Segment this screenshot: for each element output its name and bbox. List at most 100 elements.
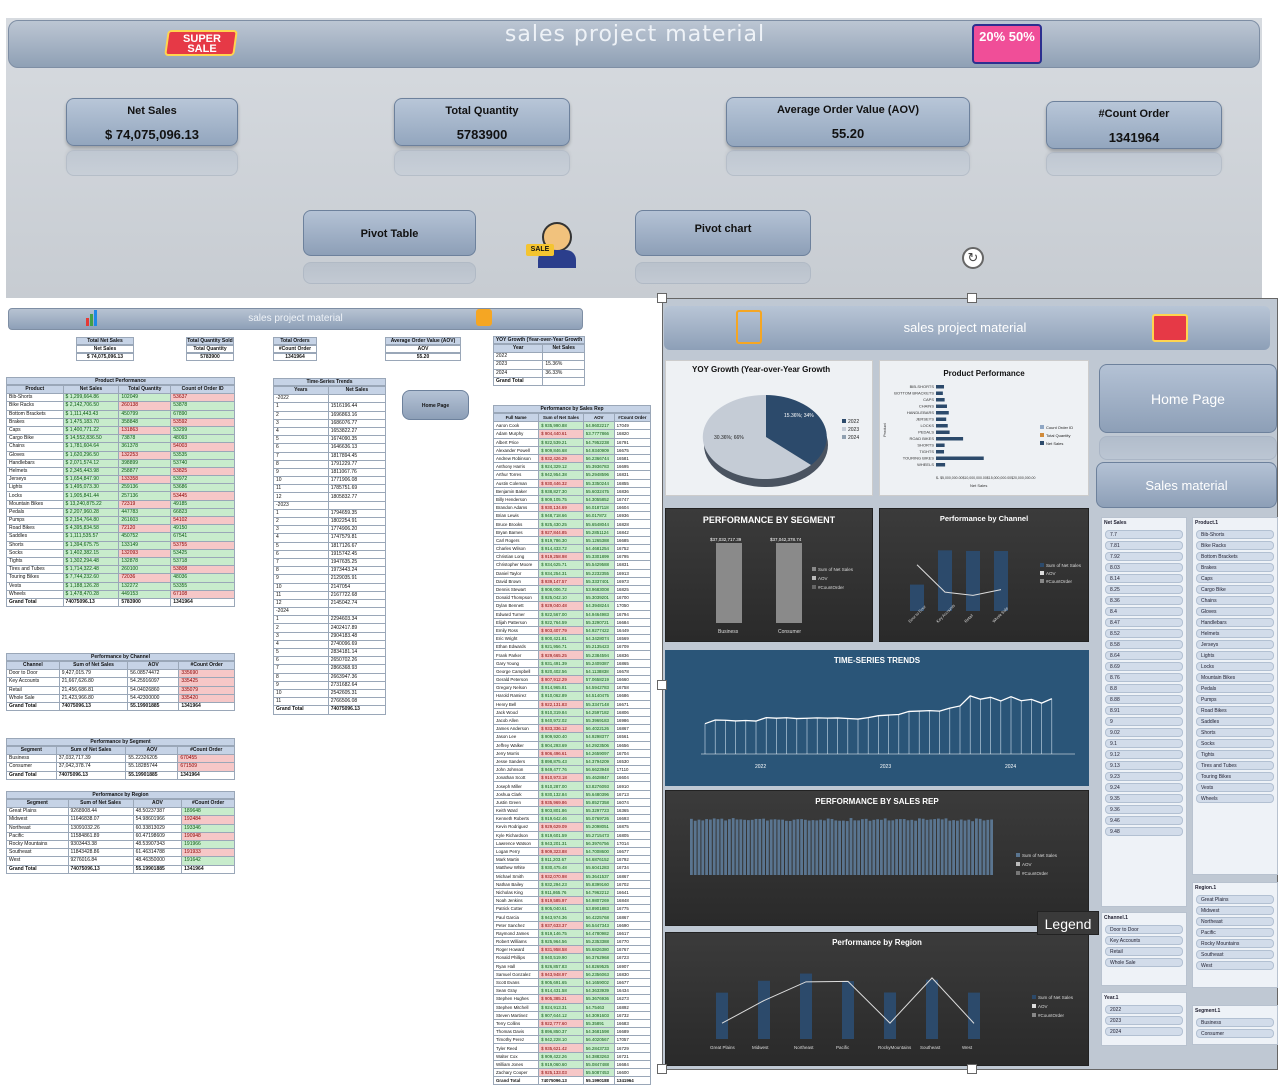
slicer-item[interactable]: 8.64 — [1105, 651, 1183, 660]
slicer-item[interactable]: Tires and Tubes — [1196, 761, 1274, 770]
slicer-item[interactable]: 8.03 — [1105, 563, 1183, 572]
column-header[interactable]: #Count Order — [177, 745, 235, 756]
column-header[interactable]: Sum of Net Sales — [538, 412, 584, 423]
slicer-item[interactable]: Business — [1196, 1018, 1274, 1027]
slicer-item[interactable]: 8.58 — [1105, 640, 1183, 649]
column-header[interactable]: Total Quantity — [118, 384, 172, 395]
slicer-item[interactable]: 2023 — [1105, 1016, 1183, 1025]
column-header[interactable]: Segment — [6, 798, 69, 809]
column-header[interactable]: Net Sales — [327, 385, 387, 396]
slicer-item[interactable]: 8.88 — [1105, 695, 1183, 704]
slicer-item[interactable]: Vests — [1196, 783, 1274, 792]
slicer-item[interactable]: Chains — [1196, 596, 1274, 605]
slicer-item[interactable]: 9.46 — [1105, 816, 1183, 825]
slicer-item[interactable]: 9.02 — [1105, 728, 1183, 737]
slicer-item[interactable]: Brakes — [1196, 563, 1274, 572]
slicer-item[interactable]: 9.24 — [1105, 783, 1183, 792]
slicer-item[interactable]: Bike Racks — [1196, 541, 1274, 550]
region-slicer[interactable]: Region.1 Great Plains Midwest Northeast Paci… — [1192, 882, 1278, 988]
pivot-table-button[interactable]: Pivot Table — [303, 210, 476, 256]
slicer-item[interactable]: 7.92 — [1105, 552, 1183, 561]
product-slicer[interactable]: Product.1 Bib-Shorts Bike Racks Bottom Brac… — [1192, 517, 1278, 875]
column-header[interactable]: AOV — [127, 660, 180, 671]
rotate-handle-icon[interactable]: ↻ — [962, 247, 984, 269]
slicer-item[interactable]: 7.7 — [1105, 530, 1183, 539]
slicer-item[interactable]: Cargo Bike — [1196, 585, 1274, 594]
slicer-item[interactable]: 8.76 — [1105, 673, 1183, 682]
slicer-item[interactable]: Northeast — [1196, 917, 1274, 926]
slicer-item[interactable]: Handlebars — [1196, 618, 1274, 627]
slicer-item[interactable]: Midwest — [1196, 906, 1274, 915]
slicer-item[interactable]: Southeast — [1196, 950, 1274, 959]
slicer-item[interactable]: Shorts — [1196, 728, 1274, 737]
channel-slicer[interactable]: Channel.1 Door to Door Key Accounts Retail W… — [1101, 912, 1187, 986]
column-header[interactable]: Sum of Net Sales — [67, 798, 134, 809]
slicer-item[interactable]: 9 — [1105, 717, 1183, 726]
column-header[interactable]: Segment — [6, 745, 57, 756]
slicer-item[interactable]: Mountain Bikes — [1196, 673, 1274, 682]
resize-handle[interactable] — [967, 293, 977, 303]
column-header[interactable]: Count of Order ID — [170, 384, 235, 395]
slicer-item[interactable]: 8.52 — [1105, 629, 1183, 638]
sheet-home-page-button[interactable]: Home Page — [402, 390, 469, 420]
slicer-item[interactable]: 9.1 — [1105, 739, 1183, 748]
column-header[interactable]: Net Sales — [62, 384, 120, 395]
slicer-item[interactable]: 8.8 — [1105, 684, 1183, 693]
slicer-item[interactable]: Caps — [1196, 574, 1274, 583]
slicer-item[interactable]: 8.25 — [1105, 585, 1183, 594]
slicer-item[interactable]: Locks — [1196, 662, 1274, 671]
slicer-item[interactable]: 9.23 — [1105, 772, 1183, 781]
column-header[interactable]: Full Name — [492, 412, 540, 423]
slicer-item[interactable]: West — [1196, 961, 1274, 970]
resize-handle[interactable] — [967, 1064, 977, 1074]
slicer-item[interactable]: 9.36 — [1105, 805, 1183, 814]
slicer-item[interactable]: 8.36 — [1105, 596, 1183, 605]
resize-handle[interactable] — [657, 680, 667, 690]
sales-material-button[interactable]: Sales material — [1096, 462, 1277, 508]
slicer-item[interactable]: 9.48 — [1105, 827, 1183, 836]
year-slicer[interactable]: Year.1 2022 2023 2024 — [1101, 992, 1187, 1046]
dashboard-home-button[interactable]: Home Page — [1099, 364, 1277, 433]
slicer-item[interactable]: Whole Sale — [1105, 958, 1183, 967]
column-header[interactable]: Sum of Net Sales — [55, 745, 127, 756]
slicer-item[interactable]: Bottom Brackets — [1196, 552, 1274, 561]
segment-slicer[interactable]: Segment.1 Business Consumer — [1192, 1005, 1278, 1045]
column-header[interactable]: AOV — [125, 745, 179, 756]
slicer-item[interactable]: Key Accounts — [1105, 936, 1183, 945]
slicer-item[interactable]: Pacific — [1196, 928, 1274, 937]
slicer-item[interactable]: Socks — [1196, 739, 1274, 748]
slicer-item[interactable]: Pedals — [1196, 684, 1274, 693]
slicer-item[interactable]: Door to Door — [1105, 925, 1183, 934]
slicer-item[interactable]: Pumps — [1196, 695, 1274, 704]
slicer-item[interactable]: Bib-Shorts — [1196, 530, 1274, 539]
slicer-item[interactable]: Road Bikes — [1196, 706, 1274, 715]
column-header[interactable]: AOV — [132, 798, 183, 809]
slicer-item[interactable]: Helmets — [1196, 629, 1274, 638]
slicer-item[interactable]: Saddles — [1196, 717, 1274, 726]
slicer-item[interactable]: 2024 — [1105, 1027, 1183, 1036]
column-header[interactable]: #Count Order — [178, 660, 235, 671]
slicer-item[interactable]: 7.81 — [1105, 541, 1183, 550]
slicer-item[interactable]: 8.14 — [1105, 574, 1183, 583]
column-header[interactable]: Year — [492, 343, 544, 354]
column-header[interactable]: AOV — [582, 412, 615, 423]
slicer-item[interactable]: 2022 — [1105, 1005, 1183, 1014]
column-header[interactable]: #Count Order — [181, 798, 235, 809]
resize-handle[interactable] — [657, 1064, 667, 1074]
slicer-item[interactable]: Wheels — [1196, 794, 1274, 803]
slicer-item[interactable]: 8.47 — [1105, 618, 1183, 627]
slicer-item[interactable]: 8.91 — [1105, 706, 1183, 715]
column-header[interactable]: #Count Order — [613, 412, 652, 423]
pivot-chart-button[interactable]: Pivot chart — [635, 210, 811, 256]
column-header[interactable]: Net Sales — [542, 343, 585, 354]
slicer-item[interactable]: Great Plains — [1196, 895, 1274, 904]
column-header[interactable]: Product — [6, 384, 64, 395]
slicer-item[interactable]: Tights — [1196, 750, 1274, 759]
slicer-item[interactable]: Jerseys — [1196, 640, 1274, 649]
slicer-item[interactable]: 9.35 — [1105, 794, 1183, 803]
slicer-item[interactable]: Touring Bikes — [1196, 772, 1274, 781]
column-header[interactable]: Channel — [6, 660, 60, 671]
slicer-item[interactable]: 9.13 — [1105, 761, 1183, 770]
slicer-item[interactable]: 8.69 — [1105, 662, 1183, 671]
slicer-item[interactable]: 8.4 — [1105, 607, 1183, 616]
